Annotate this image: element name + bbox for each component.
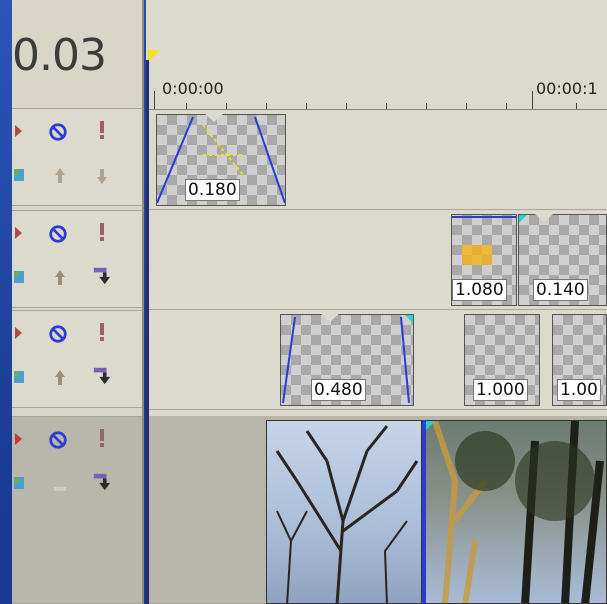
photo-clip-forest[interactable] xyxy=(424,420,607,604)
composite-mode-icon[interactable] xyxy=(12,367,32,389)
clip-duration-label: 0.180 xyxy=(185,179,240,201)
track-header-3[interactable] xyxy=(12,310,142,408)
move-down-icon[interactable] xyxy=(92,471,112,493)
time-readout: 0.03 xyxy=(12,30,107,81)
clip-duration-label: 1.00 xyxy=(557,379,601,401)
marker-flag-icon[interactable] xyxy=(148,50,162,64)
cyan-handle-icon[interactable] xyxy=(425,421,435,431)
ruler-tick xyxy=(306,103,307,109)
track-header-4[interactable] xyxy=(12,416,142,604)
cyan-handle-icon[interactable] xyxy=(519,215,527,223)
forest-image xyxy=(425,421,606,603)
clip-track1[interactable]: 0.180 xyxy=(156,114,286,206)
ruler-tick xyxy=(186,103,187,109)
bypass-icon[interactable] xyxy=(12,119,32,141)
mute-icon[interactable] xyxy=(48,223,68,245)
cursor-line[interactable] xyxy=(146,60,149,604)
move-down-icon[interactable] xyxy=(92,265,112,287)
clip-notch xyxy=(535,214,553,222)
bypass-icon[interactable] xyxy=(12,427,32,449)
tree-branches-image xyxy=(275,425,419,603)
ruler-tick xyxy=(266,103,267,109)
photo-clip-trees[interactable] xyxy=(266,420,422,604)
move-up-icon[interactable] xyxy=(50,267,70,289)
track-header-panel: 0.03 xyxy=(12,0,144,604)
move-down-icon[interactable] xyxy=(92,365,112,387)
solo-icon[interactable] xyxy=(92,119,112,141)
clip-duration-label: 1.080 xyxy=(452,279,507,301)
composite-mode-icon[interactable] xyxy=(12,473,32,495)
bypass-icon[interactable] xyxy=(12,321,32,343)
solo-icon[interactable] xyxy=(92,427,112,449)
move-up-icon[interactable] xyxy=(50,367,70,389)
composite-mode-icon[interactable] xyxy=(12,165,32,187)
ruler-tick xyxy=(226,103,227,109)
mute-icon[interactable] xyxy=(48,323,68,345)
ruler-tick xyxy=(506,103,507,109)
clip-track3-c[interactable]: 1.00 xyxy=(552,314,607,406)
ruler-tick xyxy=(386,103,387,109)
ruler-tick xyxy=(426,103,427,109)
composite-mode-icon[interactable] xyxy=(12,267,32,289)
timeline-area[interactable]: 0:00:00 00:00:1 0.180 1.080 0.140 0.480 … xyxy=(146,0,607,604)
track-header-2[interactable] xyxy=(12,210,142,308)
clip-track3-b[interactable]: 1.000 xyxy=(464,314,540,406)
ruler-tick xyxy=(532,91,533,109)
timeline-header xyxy=(146,0,607,68)
clip-track3-a[interactable]: 0.480 xyxy=(280,314,414,406)
clip-duration-label: 0.480 xyxy=(311,379,366,401)
clip-track2-b[interactable]: 0.140 xyxy=(518,214,607,306)
move-up-icon[interactable] xyxy=(50,165,70,187)
mute-icon[interactable] xyxy=(48,121,68,143)
bypass-icon[interactable] xyxy=(12,221,32,243)
solo-icon[interactable] xyxy=(92,221,112,243)
move-down-icon[interactable] xyxy=(92,165,112,187)
ruler-label-10s: 00:00:1 xyxy=(536,79,598,98)
transition-line xyxy=(422,420,426,604)
ruler-tick xyxy=(346,103,347,109)
mute-icon[interactable] xyxy=(48,429,68,451)
clip-duration-label: 0.140 xyxy=(533,279,588,301)
ruler-tick xyxy=(154,91,155,109)
move-up-icon[interactable] xyxy=(50,473,70,495)
time-ruler[interactable]: 0:00:00 00:00:1 xyxy=(146,67,607,110)
solo-icon[interactable] xyxy=(92,321,112,343)
ruler-tick xyxy=(576,103,577,109)
clip-duration-label: 1.000 xyxy=(473,379,528,401)
ruler-label-start: 0:00:00 xyxy=(162,79,224,98)
track-header-1[interactable] xyxy=(12,108,142,206)
clip-track2-a[interactable]: 1.080 xyxy=(451,214,517,306)
ruler-tick xyxy=(466,103,467,109)
